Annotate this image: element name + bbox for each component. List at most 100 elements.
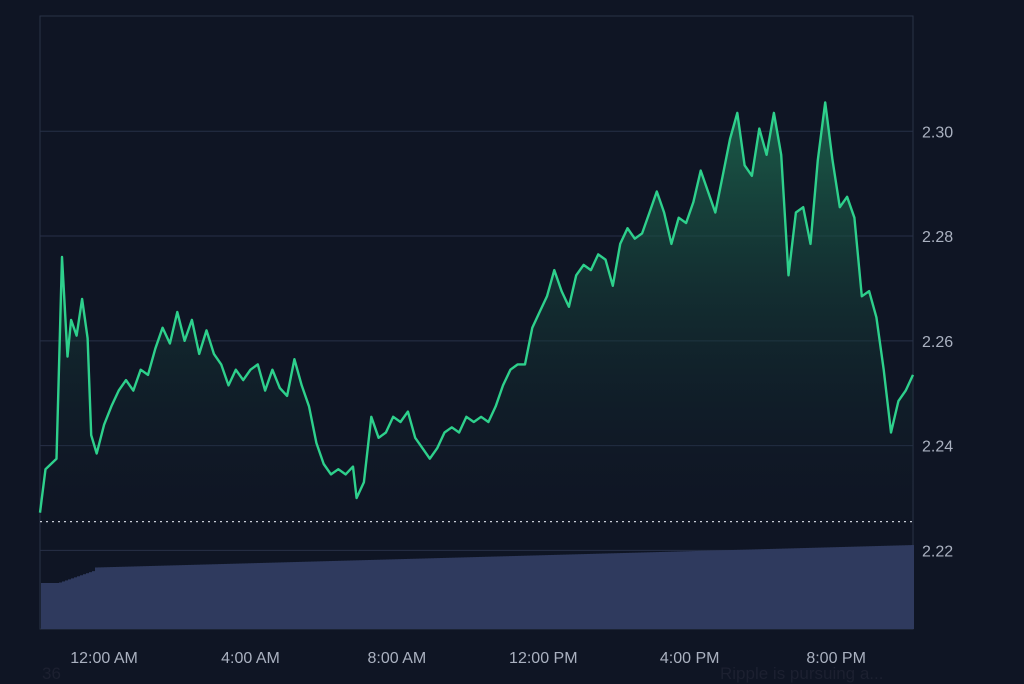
volume-bar bbox=[800, 548, 803, 629]
volume-bar bbox=[599, 553, 602, 629]
volume-bar bbox=[587, 553, 590, 629]
volume-bar bbox=[104, 567, 107, 629]
volume-bar bbox=[323, 561, 326, 629]
volume-bar bbox=[89, 572, 92, 629]
volume-bar bbox=[161, 565, 164, 629]
volume-bar bbox=[593, 553, 596, 629]
volume-bars bbox=[41, 545, 914, 629]
volume-bar bbox=[44, 583, 47, 629]
volume-bar bbox=[749, 549, 752, 629]
volume-bar bbox=[287, 562, 290, 629]
volume-bar bbox=[236, 563, 239, 629]
volume-bar bbox=[332, 560, 335, 629]
volume-bar bbox=[806, 547, 809, 629]
volume-bar bbox=[554, 554, 557, 629]
volume-bar bbox=[476, 557, 479, 629]
volume-bar bbox=[167, 565, 170, 629]
volume-bar bbox=[350, 560, 353, 629]
volume-bar bbox=[467, 557, 470, 629]
volume-bar bbox=[608, 553, 611, 629]
volume-bar bbox=[815, 547, 818, 629]
volume-bar bbox=[491, 556, 494, 629]
volume-bar bbox=[242, 563, 245, 629]
volume-bar bbox=[374, 559, 377, 629]
volume-bar bbox=[788, 548, 791, 629]
volume-bar bbox=[446, 557, 449, 629]
volume-bar bbox=[452, 557, 455, 629]
volume-bar bbox=[302, 561, 305, 629]
volume-bar bbox=[335, 560, 338, 629]
volume-bar bbox=[797, 548, 800, 629]
volume-bar bbox=[563, 554, 566, 629]
volume-bar bbox=[245, 563, 248, 629]
volume-bar bbox=[629, 552, 632, 629]
volume-bar bbox=[116, 566, 119, 629]
volume-bar bbox=[419, 558, 422, 629]
volume-bar bbox=[113, 566, 116, 629]
volume-bar bbox=[218, 564, 221, 629]
volume-bar bbox=[842, 546, 845, 629]
volume-bar bbox=[665, 551, 668, 629]
volume-bar bbox=[404, 558, 407, 629]
volume-bar bbox=[224, 563, 227, 629]
volume-bar bbox=[170, 565, 173, 629]
y-tick-label: 2.22 bbox=[922, 543, 953, 560]
volume-bar bbox=[197, 564, 200, 629]
volume-bar bbox=[377, 559, 380, 629]
volume-bar bbox=[371, 559, 374, 629]
volume-bar bbox=[536, 555, 539, 629]
footer-right-headline[interactable]: Ripple is pursuing a... bbox=[720, 664, 883, 684]
volume-bar bbox=[308, 561, 311, 629]
volume-bar bbox=[830, 547, 833, 629]
volume-bar bbox=[98, 567, 101, 629]
volume-bar bbox=[233, 563, 236, 629]
volume-bar bbox=[725, 550, 728, 629]
volume-bar bbox=[383, 559, 386, 629]
x-tick-label: 8:00 AM bbox=[368, 650, 427, 667]
volume-bar bbox=[221, 564, 224, 629]
volume-bar bbox=[719, 550, 722, 629]
volume-bar bbox=[365, 560, 368, 629]
volume-bar bbox=[908, 545, 911, 629]
volume-bar bbox=[878, 545, 881, 629]
volume-bar bbox=[380, 559, 383, 629]
volume-bar bbox=[710, 550, 713, 629]
volume-bar bbox=[140, 566, 143, 629]
volume-bar bbox=[311, 561, 314, 629]
volume-bar bbox=[47, 583, 50, 629]
volume-bar bbox=[533, 555, 536, 629]
y-axis-labels: 2.22 2.24 2.26 2.28 2.30 bbox=[922, 124, 953, 560]
volume-bar bbox=[437, 558, 440, 629]
volume-bar bbox=[860, 546, 863, 629]
volume-bar bbox=[290, 562, 293, 629]
volume-bar bbox=[905, 545, 908, 629]
volume-bar bbox=[191, 564, 194, 629]
volume-bar bbox=[764, 549, 767, 629]
volume-bar bbox=[173, 565, 176, 629]
volume-bar bbox=[656, 552, 659, 629]
volume-bar bbox=[482, 556, 485, 629]
volume-bar bbox=[848, 546, 851, 629]
volume-bar bbox=[647, 552, 650, 629]
volume-bar bbox=[752, 549, 755, 629]
volume-bar bbox=[518, 555, 521, 629]
volume-bar bbox=[344, 560, 347, 629]
volume-bar bbox=[164, 565, 167, 629]
volume-bar bbox=[131, 566, 134, 629]
volume-bar bbox=[398, 559, 401, 629]
volume-bar bbox=[368, 559, 371, 629]
volume-bar bbox=[293, 562, 296, 629]
volume-bar bbox=[611, 553, 614, 629]
volume-bar bbox=[407, 558, 410, 629]
volume-bar bbox=[740, 549, 743, 629]
volume-bar bbox=[497, 556, 500, 629]
volume-bar bbox=[743, 549, 746, 629]
volume-bar bbox=[278, 562, 281, 629]
volume-bar bbox=[833, 547, 836, 629]
volume-bar bbox=[686, 551, 689, 629]
volume-bar bbox=[107, 567, 110, 629]
volume-bar bbox=[773, 548, 776, 629]
volume-bar bbox=[209, 564, 212, 629]
volume-bar bbox=[644, 552, 647, 629]
volume-bar bbox=[179, 565, 182, 629]
